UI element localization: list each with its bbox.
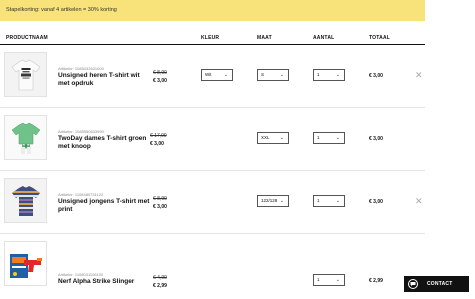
size-select[interactable]: 122/128 ⌄ <box>257 195 289 207</box>
chevron-down-icon: ⌄ <box>335 135 340 141</box>
color-select[interactable]: Wit ⌄ <box>201 69 233 81</box>
product-image[interactable] <box>4 241 47 286</box>
row-total: € 2,99 <box>369 278 383 284</box>
size-value: 122/128 <box>261 198 278 203</box>
chevron-down-icon: ⌄ <box>335 198 340 204</box>
quantity-value: 1 <box>317 198 320 203</box>
row-total: € 3,00 <box>369 199 383 205</box>
cart-row: Artikelnr: 1085432631000 Unsigned heren … <box>0 45 425 108</box>
quantity-select[interactable]: 1 ⌄ <box>313 195 345 207</box>
quantity-value: 1 <box>317 277 320 282</box>
product-image[interactable] <box>4 178 47 223</box>
chevron-down-icon: ⌄ <box>335 277 340 283</box>
chevron-down-icon: ⌄ <box>223 72 228 78</box>
header-size: MAAT <box>257 35 272 41</box>
chevron-down-icon: ⌄ <box>335 72 340 78</box>
nerf-blaster-image <box>9 253 42 278</box>
size-select[interactable]: XXL ⌄ <box>257 132 289 144</box>
product-name[interactable]: Unsigned heren T-shirt wit met opdruk <box>58 72 150 88</box>
row-total: € 3,00 <box>369 73 383 79</box>
article-number: Artikelnr: 1085550633990 <box>58 129 104 134</box>
header-product: PRODUCTNAAM <box>6 35 48 41</box>
white-tshirt-image <box>11 59 40 90</box>
quantity-select[interactable]: 1 ⌄ <box>313 69 345 81</box>
chevron-down-icon: ⌄ <box>279 198 284 204</box>
size-value: XXL <box>261 135 270 140</box>
article-number: Artikelnr: 1108031106100 <box>58 272 104 277</box>
quantity-select[interactable]: 1 ⌄ <box>313 132 345 144</box>
discount-banner: Stapelkorting: vanaf 4 artikelen = 30% k… <box>0 0 425 21</box>
product-image[interactable] <box>4 52 47 97</box>
header-total: TOTAAL <box>369 35 391 41</box>
product-name[interactable]: TwoDay dames T-shirt groen met knoop <box>58 135 150 151</box>
article-number: Artikelnr: 1085432631000 <box>58 66 104 71</box>
contact-button[interactable]: CONTACT <box>404 276 469 292</box>
old-price: € 8,99 <box>153 196 167 202</box>
quantity-select[interactable]: 1 ⌄ <box>313 274 345 286</box>
new-price: € 2,99 <box>153 283 167 289</box>
chat-icon <box>408 279 418 289</box>
striped-tshirt-image <box>11 185 40 216</box>
remove-item-icon[interactable]: ✕ <box>415 196 423 207</box>
chevron-down-icon: ⌄ <box>279 72 284 78</box>
old-price: € 17,99 <box>150 133 167 139</box>
cart-row: Artikelnr: 1108480731122 Unsigned jongen… <box>0 171 425 234</box>
new-price: € 3,00 <box>153 78 167 84</box>
cart-row: Artikelnr: 1108031106100 Nerf Alpha Stri… <box>0 234 425 296</box>
cart-row: Artikelnr: 1085550633990 TwoDay dames T-… <box>0 108 425 171</box>
new-price: € 3,00 <box>150 141 164 147</box>
chevron-down-icon: ⌄ <box>279 135 284 141</box>
old-price: € 8,99 <box>153 70 167 76</box>
product-image[interactable] <box>4 115 47 160</box>
header-qty: AANTAL <box>313 35 335 41</box>
contact-label: CONTACT <box>427 281 453 287</box>
green-tshirt-image <box>11 122 40 154</box>
product-name[interactable]: Unsigned jongens T-shirt met print <box>58 198 150 214</box>
color-value: Wit <box>205 72 212 77</box>
quantity-value: 1 <box>317 135 320 140</box>
header-color: KLEUR <box>201 35 220 41</box>
row-total: € 3,00 <box>369 136 383 142</box>
product-name[interactable]: Nerf Alpha Strike Slinger <box>58 278 150 286</box>
old-price: € 4,99 <box>153 275 167 281</box>
quantity-value: 1 <box>317 72 320 77</box>
article-number: Artikelnr: 1108480731122 <box>58 192 104 197</box>
remove-item-icon[interactable]: ✕ <box>415 70 423 81</box>
cart-table-header: PRODUCTNAAM KLEUR MAAT AANTAL TOTAAL <box>0 32 425 45</box>
new-price: € 3,00 <box>153 204 167 210</box>
size-select[interactable]: S ⌄ <box>257 69 289 81</box>
size-value: S <box>261 72 265 77</box>
